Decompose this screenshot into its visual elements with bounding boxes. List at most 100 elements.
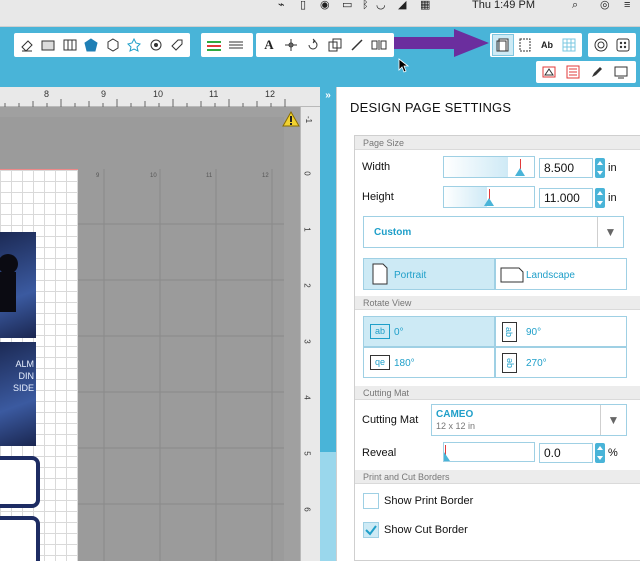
library-icon[interactable] (563, 62, 583, 82)
cutting-mat-value: CAMEO (436, 409, 474, 420)
mat-tick-11: 11 (206, 173, 213, 179)
rotate-180-button[interactable]: qe 180° (363, 347, 495, 378)
pentagon-icon[interactable] (82, 35, 102, 55)
reveal-label: Reveal (362, 447, 397, 459)
rotate-0-label: 0° (394, 327, 404, 338)
mouse-cursor-icon (398, 58, 410, 73)
design-tile-calm[interactable]: ALM DIN SIDE (0, 342, 36, 446)
rotate-180-icon: qe (370, 355, 390, 370)
reveal-slider-handle[interactable] (444, 452, 450, 461)
rotate-icon[interactable] (303, 35, 323, 55)
height-slider-fill (444, 187, 488, 207)
eraser-icon[interactable] (17, 35, 37, 55)
misc-tools-group (588, 33, 636, 57)
send-icon[interactable] (539, 62, 559, 82)
collapse-panel-icon[interactable]: » (320, 90, 336, 101)
keyboard-icon[interactable]: ▦ (420, 0, 430, 11)
hexagon-icon[interactable] (103, 35, 123, 55)
star-icon[interactable] (125, 35, 145, 55)
siri-icon[interactable]: ◎ (600, 0, 610, 11)
width-stepper[interactable] (595, 158, 605, 178)
pen-icon[interactable] (587, 62, 607, 82)
design-canvas[interactable]: 8 9 10 11 12 9 10 11 12 ALM DIN SIDE -1 … (0, 87, 320, 561)
tile-text-line-4: SIDE (12, 383, 34, 393)
design-frame-2[interactable] (0, 516, 40, 561)
show-cut-border-checkbox[interactable] (363, 522, 379, 538)
vertical-ruler: -1 0 1 2 3 4 5 6 (300, 107, 320, 561)
wifi-icon[interactable]: ◡ (376, 0, 386, 11)
width-unit: in (608, 162, 617, 174)
tile-text-line-1: ALM (15, 359, 34, 369)
grid-rect-icon[interactable] (60, 35, 80, 55)
width-slider[interactable] (443, 156, 535, 178)
text-tool-button[interactable]: A (259, 35, 279, 55)
lines-double-icon[interactable] (226, 35, 246, 55)
height-slider[interactable] (443, 186, 535, 208)
move-icon[interactable] (281, 35, 301, 55)
horizontal-ruler: 8 9 10 11 12 (0, 87, 320, 107)
chevron-down-icon: ▼ (597, 217, 623, 247)
badge-icon[interactable] (146, 35, 166, 55)
lines-green-icon[interactable] (204, 35, 224, 55)
landscape-label: Landscape (526, 270, 575, 281)
replicate-icon[interactable] (325, 35, 345, 55)
reveal-slider[interactable] (443, 442, 535, 462)
vruler-tick-5: 5 (302, 451, 312, 456)
rotate-270-button[interactable]: qe 270° (495, 347, 627, 378)
spotlight-icon[interactable]: ⌕ (572, 0, 578, 11)
panel-divider-scroll[interactable] (320, 87, 336, 561)
eye-icon[interactable]: ◉ (320, 0, 330, 11)
width-input[interactable]: 8.500 (539, 158, 593, 178)
design-page[interactable]: ALM DIN SIDE (0, 169, 78, 561)
volume-icon[interactable]: ◢ (398, 0, 406, 11)
dropbox-icon[interactable]: ⌁ (278, 0, 285, 11)
warning-icon[interactable] (282, 111, 300, 127)
rectangle-icon[interactable] (39, 35, 59, 55)
rotate-0-button[interactable]: ab 0° (363, 316, 495, 347)
show-print-border-label: Show Print Border (384, 495, 474, 507)
grid-icon[interactable] (559, 35, 579, 55)
width-slider-fill (444, 157, 508, 177)
design-frame-1[interactable] (0, 456, 40, 508)
vruler-tick-1: 1 (302, 227, 312, 232)
cutting-mat-size: 12 x 12 in (436, 421, 476, 431)
align-icon[interactable] (369, 35, 389, 55)
tile-text-line-2: DIN (18, 371, 35, 381)
height-stepper[interactable] (595, 188, 605, 208)
page-size-dropdown[interactable]: Custom ▼ (363, 216, 624, 248)
landscape-icon (500, 267, 524, 283)
rotate-90-icon: ab (502, 322, 517, 342)
reveal-stepper[interactable] (595, 443, 605, 463)
battery-icon[interactable]: ▭ (342, 0, 352, 11)
rotate-90-button[interactable]: ab 90° (495, 316, 627, 347)
cut-border-icon[interactable] (515, 35, 535, 55)
height-slider-handle[interactable] (484, 198, 494, 206)
circle-target-icon[interactable] (591, 35, 611, 55)
section-page-size: Page Size (355, 136, 640, 150)
cutting-mat-dropdown[interactable]: CAMEO 12 x 12 in ▼ (431, 404, 627, 436)
reveal-input[interactable]: 0.0 (539, 443, 593, 463)
clipboard-icon[interactable]: ▯ (300, 0, 306, 11)
notification-icon[interactable]: ≡ (624, 0, 630, 11)
canvas-scrollbar-thumb[interactable] (320, 452, 336, 561)
width-slider-handle[interactable] (515, 168, 525, 176)
portrait-button[interactable]: Portrait (363, 258, 495, 290)
bluetooth-icon[interactable]: ᛒ (362, 0, 369, 11)
show-print-border-checkbox[interactable] (363, 493, 379, 509)
panel-title: DESIGN PAGE SETTINGS (350, 100, 512, 115)
cutting-mat-label: Cutting Mat (362, 414, 419, 426)
page-size-value: Custom (374, 227, 412, 238)
text-style-button[interactable]: Ab (537, 35, 557, 55)
tag-icon[interactable] (168, 35, 188, 55)
height-input[interactable]: 11.000 (539, 188, 593, 208)
design-tile-vader[interactable] (0, 232, 36, 338)
page-setup-button[interactable] (492, 34, 514, 56)
ruler-tick-9: 9 (101, 89, 107, 99)
store-icon[interactable] (611, 62, 631, 82)
dots-icon[interactable] (613, 35, 633, 55)
knife-icon[interactable] (347, 35, 367, 55)
menu-clock[interactable]: Thu 1:49 PM (472, 0, 535, 11)
landscape-button[interactable]: Landscape (495, 258, 627, 290)
rotate-270-icon: qe (502, 353, 517, 373)
chevron-down-icon: ▼ (600, 405, 626, 435)
